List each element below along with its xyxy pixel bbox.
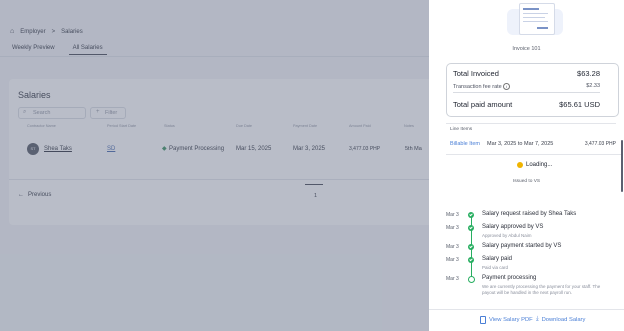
timeline-subtitle: Paid via card [482,265,509,270]
timeline-subtitle: We are currently processing the payment … [482,284,601,295]
invoice-label: Invoice 101 [512,46,541,52]
modal-overlay[interactable] [0,0,429,331]
loading-indicator: Loading... [517,162,552,168]
line-items-divider [446,154,621,155]
loading-label: Loading... [526,162,553,168]
view-pdf-label: View Salary PDF [489,317,533,323]
total-invoiced-label: Total Invoiced [453,69,499,78]
timeline-subtitle: Approved by Abdul Naim [482,233,532,238]
line-item-link[interactable]: Billable Item [450,141,480,147]
timeline-date: Mar 3 [446,212,459,218]
download-icon: ⤓ [536,316,539,322]
total-paid-value: $65.61 USD [559,100,600,109]
total-paid-label: Total paid amount [453,100,513,109]
info-icon[interactable]: i [503,83,511,90]
total-invoiced-row: Total Invoiced $63.28 [453,69,600,78]
line-items-section: Line Items Billable Item Mar 3, 2025 to … [446,123,616,152]
timeline-date: Mar 3 [446,276,459,282]
drawer-scrollbar[interactable] [621,140,623,192]
check-icon [468,225,474,231]
check-icon [468,257,474,263]
pending-icon [468,276,475,283]
timeline-date: Mar 3 [446,244,459,250]
total-paid-row: Total paid amount $65.61 USD [453,100,600,109]
download-salary-button[interactable]: ⤓ Download Salary [536,316,585,323]
timeline-title: Payment processing [482,275,537,281]
download-label: Download Salary [541,316,586,323]
timeline-title: Salary approved by VS [482,224,544,230]
fee-row: Transaction fee rate i $2.33 [453,83,600,90]
line-item-period: Mar 3, 2025 to Mar 7, 2025 [487,141,554,147]
timeline-title: Salary paid [482,256,513,262]
invoice-illustration [507,3,563,37]
line-items-label: Line Items [450,127,473,132]
footer-divider [429,309,624,310]
total-invoiced-value: $63.28 [577,69,600,78]
invoice-drawer: Invoice 101 Total Invoiced $63.28 Transa… [429,0,624,331]
timeline-date: Mar 3 [446,257,459,263]
check-icon [468,244,474,250]
spinner-icon [517,162,523,168]
view-pdf-button[interactable]: View Salary PDF [480,316,533,324]
timeline-date: Mar 3 [446,225,459,231]
issued-to: Issued to VS [512,179,541,184]
document-icon [480,316,486,324]
fee-value: $2.33 [586,83,600,89]
timeline-title: Salary request raised by Shea Taks [482,211,577,217]
check-icon [468,212,474,218]
line-item-amount: 3,477.03 PHP [584,141,616,147]
fee-label: Transaction fee rate [453,83,502,90]
totals-divider [453,92,600,93]
timeline-title: Salary payment started by VS [482,243,562,249]
